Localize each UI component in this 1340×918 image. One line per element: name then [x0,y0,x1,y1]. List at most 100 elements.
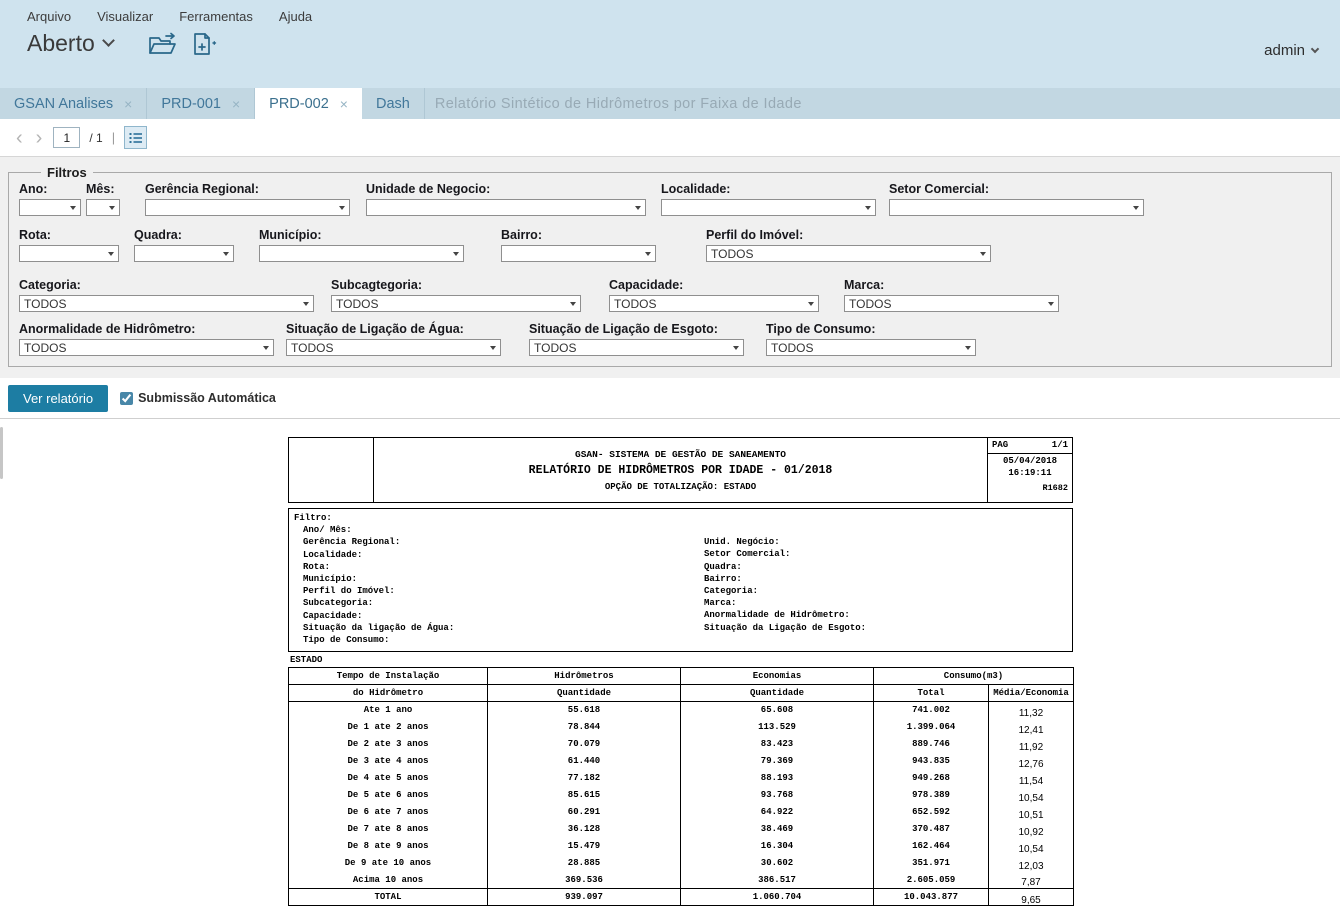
subcategoria-value: TODOS [336,297,378,311]
table-header-cell: Quantidade [681,685,874,702]
pager-toolbar: ‹ › / 1 | [0,119,1340,157]
marca-label: Marca: [844,278,1059,292]
table-header-cell: Quantidade [488,685,681,702]
marca-value: TODOS [849,297,891,311]
report-header-logo-cell [289,438,374,503]
situacao-ligacao-agua-label: Situação de Ligação de Água: [286,322,501,336]
anormalidade-hidrometro-select[interactable]: TODOS [19,339,274,356]
categoria-select[interactable]: TODOS [19,295,314,312]
table-header-row: do Hidrômetro Quantidade Quantidade Tota… [289,685,1074,702]
gerencia-regional-select[interactable] [145,199,350,216]
perfil-imovel-select[interactable]: TODOS [706,245,991,262]
report-filter-label: Tipo de Consumo: [303,634,704,646]
auto-submit-checkbox[interactable] [120,392,133,405]
setor-comercial-select[interactable] [889,199,1144,216]
next-page-button[interactable]: › [34,128,45,148]
close-icon[interactable]: × [232,97,240,111]
table-cell: 10,51 [989,804,1074,821]
perfil-imovel-label: Perfil do Imóvel: [706,228,991,242]
situacao-ligacao-esgoto-value: TODOS [534,341,576,355]
close-icon[interactable]: × [124,97,132,111]
table-cell: 741.002 [874,702,989,719]
filters-legend: Filtros [41,165,93,180]
table-header-cell: do Hidrômetro [289,685,488,702]
table-cell: 939.097 [488,889,681,906]
table-cell: De 7 ate 8 anos [289,821,488,838]
mes-label: Mês: [86,182,120,196]
municipio-label: Município: [259,228,464,242]
situacao-ligacao-esgoto-select[interactable]: TODOS [529,339,744,356]
table-cell: 370.487 [874,821,989,838]
report-filter-label: Setor Comercial: [704,548,866,560]
auto-submit-control[interactable]: Submissão Automática [120,391,276,405]
report-filter-label: Ano/ Mês: [303,524,704,536]
report-filter-label: Perfil do Imóvel: [303,585,704,597]
tab-gsan-analises[interactable]: GSAN Analises × [0,88,147,119]
table-cell: 83.423 [681,736,874,753]
mes-select[interactable] [86,199,120,216]
menu-visualizar[interactable]: Visualizar [97,9,153,24]
ano-select[interactable] [19,199,81,216]
subcategoria-select[interactable]: TODOS [331,295,581,312]
tab-label: Dash [376,96,410,112]
tab-prd-002[interactable]: PRD-002 × [255,88,362,119]
rota-select[interactable] [19,245,119,262]
municipio-select[interactable] [259,245,464,262]
table-cell: 386.517 [681,872,874,889]
toc-button[interactable] [124,126,147,149]
tab-prd-001[interactable]: PRD-001 × [147,88,255,119]
pag-label: PAG [992,440,1008,450]
chevron-down-icon [263,346,269,350]
situacao-ligacao-esgoto-label: Situação de Ligação de Esgoto: [529,322,744,336]
tipo-consumo-label: Tipo de Consumo: [766,322,976,336]
table-cell: De 6 ate 7 anos [289,804,488,821]
table-cell: De 8 ate 9 anos [289,838,488,855]
unidade-negocio-select[interactable] [366,199,646,216]
chevron-down-icon [70,206,76,210]
setor-comercial-label: Setor Comercial: [889,182,1144,196]
report-code: R1682 [988,483,1072,493]
table-cell: De 5 ate 6 anos [289,787,488,804]
table-cell: 64.922 [681,804,874,821]
table-cell: 70.079 [488,736,681,753]
menu-ferramentas[interactable]: Ferramentas [179,9,253,24]
ver-relatorio-button[interactable]: Ver relatório [8,385,108,412]
chevron-down-icon [1133,206,1139,210]
table-header-cell: Tempo de Instalação [289,668,488,685]
chevron-down-icon [490,346,496,350]
table-cell: 889.746 [874,736,989,753]
filter-field-tipo-consumo: Tipo de Consumo: TODOS [766,322,976,356]
prev-page-button[interactable]: ‹ [14,128,25,148]
chevron-down-icon [733,346,739,350]
marca-select[interactable]: TODOS [844,295,1059,312]
report-section-label: ESTADO [290,655,1073,665]
menu-ajuda[interactable]: Ajuda [279,9,312,24]
open-dropdown[interactable]: Aberto [27,30,113,57]
filter-field-mes: Mês: [86,182,120,216]
menu-arquivo[interactable]: Arquivo [27,9,71,24]
quadra-select[interactable] [134,245,234,262]
tipo-consumo-select[interactable]: TODOS [766,339,976,356]
table-cell: 978.389 [874,787,989,804]
capacidade-value: TODOS [614,297,656,311]
scrollbar-thumb[interactable] [0,427,3,479]
page-number-input[interactable] [53,127,80,148]
user-label: admin [1264,42,1305,59]
situacao-ligacao-agua-select[interactable]: TODOS [286,339,501,356]
table-cell: 7,87 [989,872,1074,889]
filters-region: Filtros Ano: Mês: Gerência Regional: Uni… [0,157,1340,378]
tab-dash[interactable]: Dash [362,88,425,119]
capacidade-select[interactable]: TODOS [609,295,819,312]
open-folder-icon [147,32,177,56]
bairro-select[interactable] [501,245,656,262]
user-menu[interactable]: admin [1264,42,1318,59]
table-cell: TOTAL [289,889,488,906]
report-filter-label: Bairro: [704,573,866,585]
close-icon[interactable]: × [340,97,348,111]
localidade-select[interactable] [661,199,876,216]
new-document-button[interactable] [191,32,217,56]
open-folder-button[interactable] [147,32,177,56]
table-cell: Ate 1 ano [289,702,488,719]
table-cell: 38.469 [681,821,874,838]
list-icon [129,132,143,144]
